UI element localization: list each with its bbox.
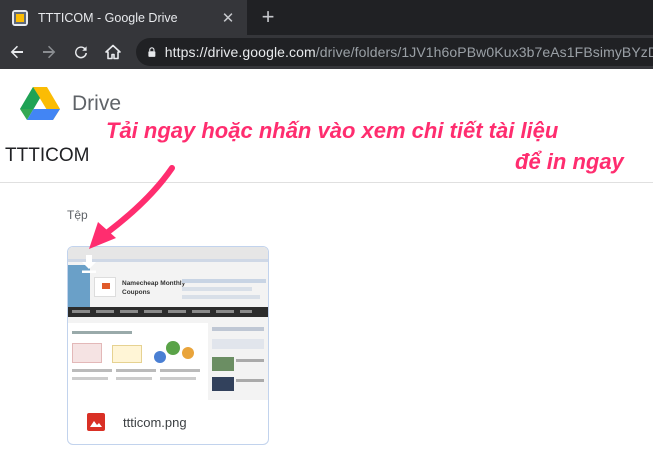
- file-name[interactable]: ttticom.png: [123, 415, 187, 430]
- files-section-label: Tệp: [67, 208, 88, 222]
- google-drive-logo-icon[interactable]: [20, 86, 60, 120]
- url-host: https://drive.google.com: [164, 44, 316, 60]
- annotation-line2: để in ngay: [515, 149, 624, 174]
- tab-close-icon[interactable]: ✕: [217, 9, 239, 27]
- browser-tab-strip: TTTICOM - Google Drive ✕ +: [0, 0, 653, 35]
- reload-icon: [75, 46, 87, 59]
- forward-button[interactable]: [36, 39, 62, 65]
- thumbnail-banner-text: Namecheap Monthly Coupons: [122, 279, 185, 297]
- annotation-line1: Tải ngay hoặc nhấn vào xem chi tiết tài …: [106, 118, 559, 143]
- back-arrow-icon: [10, 45, 23, 59]
- file-card[interactable]: Namecheap Monthly Coupons ttticom.png: [67, 246, 269, 445]
- new-tab-button[interactable]: +: [256, 4, 280, 30]
- reload-button[interactable]: [68, 39, 94, 65]
- browser-tab[interactable]: TTTICOM - Google Drive ✕: [0, 0, 247, 35]
- file-card-footer[interactable]: ttticom.png: [68, 400, 268, 444]
- download-icon[interactable]: [79, 254, 99, 274]
- app-name[interactable]: Drive: [72, 92, 121, 116]
- thumbnail-banner-line2: Coupons: [122, 289, 151, 296]
- tab-title: TTTICOM - Google Drive: [38, 10, 178, 25]
- thumbnail-banner-line1: Namecheap Monthly: [122, 280, 186, 287]
- url-path: /drive/folders/1JV1h6oPBw0Kux3b7eAs1FBsi…: [315, 44, 653, 60]
- home-button[interactable]: [100, 39, 126, 65]
- header-divider: [0, 182, 653, 183]
- forward-arrow-icon: [43, 45, 56, 59]
- image-file-icon: [87, 413, 105, 431]
- url-text: https://drive.google.com/drive/folders/1…: [165, 44, 653, 60]
- tab-favicon-icon: [12, 9, 28, 26]
- lock-icon: [148, 47, 156, 57]
- back-button[interactable]: [4, 39, 30, 65]
- home-icon: [105, 44, 121, 60]
- folder-title: TTTICOM: [5, 145, 90, 166]
- address-bar[interactable]: https://drive.google.com/drive/folders/1…: [136, 38, 653, 66]
- browser-toolbar: https://drive.google.com/drive/folders/1…: [0, 35, 653, 69]
